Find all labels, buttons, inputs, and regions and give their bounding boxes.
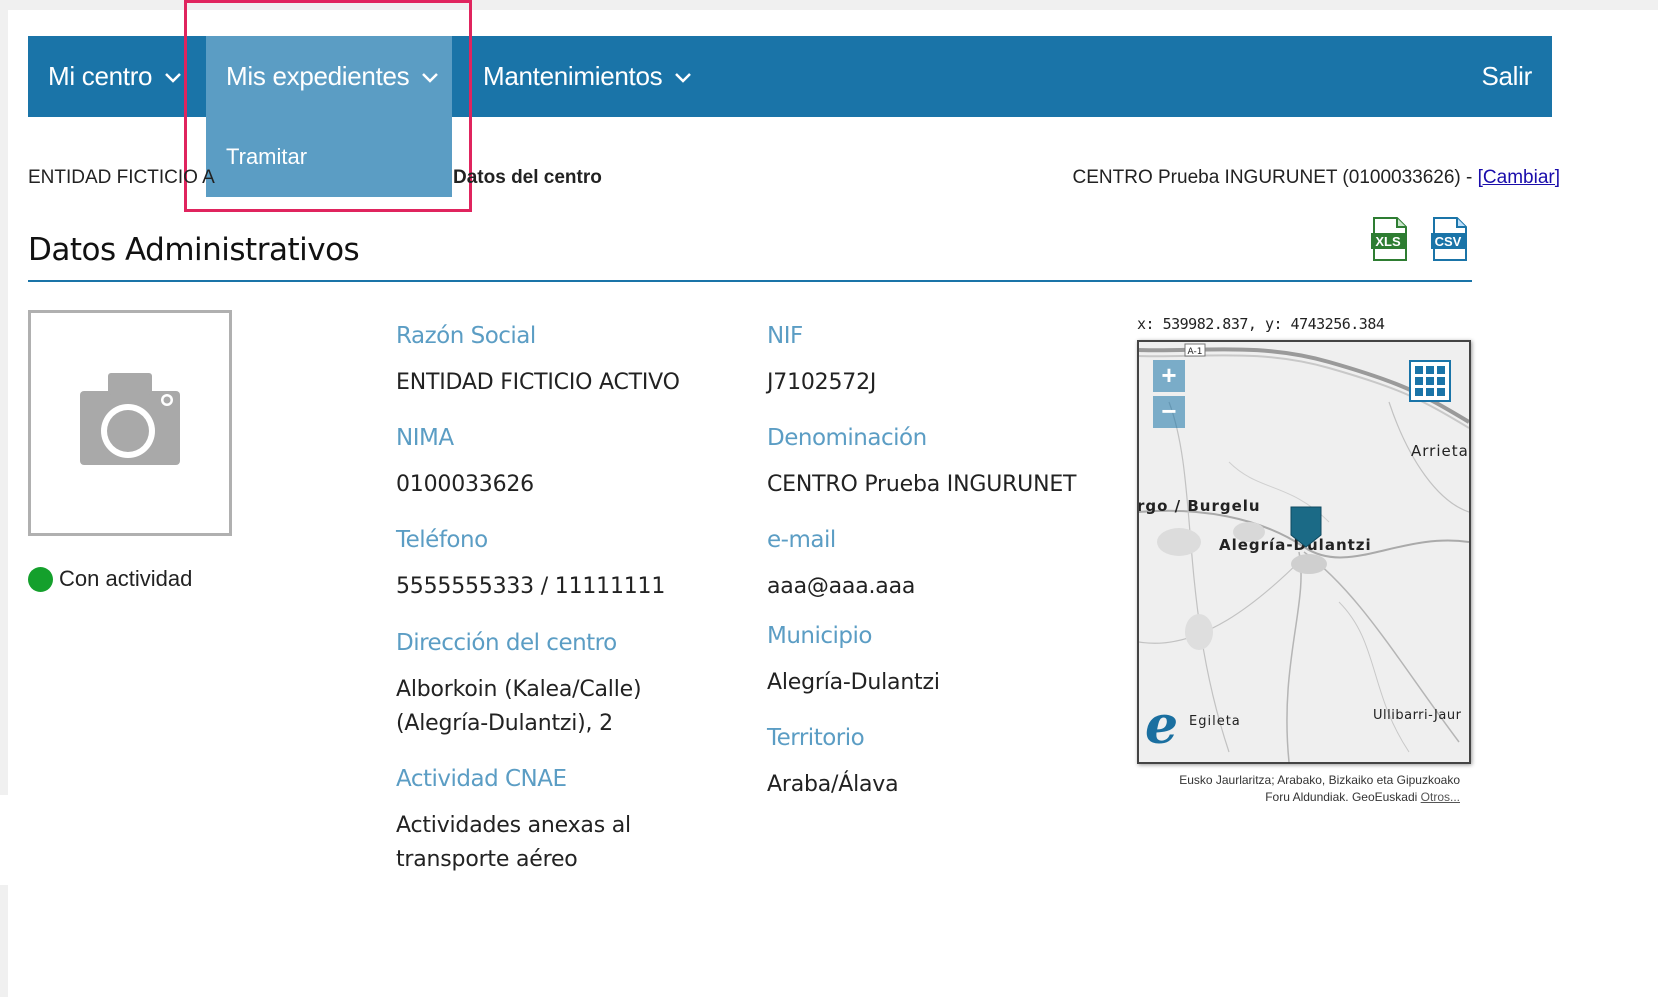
left-strip xyxy=(0,795,8,885)
direccion-value-line1: Alborkoin (Kalea/Calle) xyxy=(396,677,642,702)
telefono-value: 5555555333 / 11111111 xyxy=(396,574,666,599)
razon-social-value: ENTIDAD FICTICIO ACTIVO xyxy=(396,370,680,395)
camera-icon xyxy=(80,373,180,465)
nav-mantenimientos-label: Mantenimientos xyxy=(483,61,663,91)
map-zoom-out-button[interactable]: − xyxy=(1153,396,1185,428)
title-divider xyxy=(28,280,1472,282)
centro-photo-placeholder xyxy=(28,310,232,536)
email-label: e-mail xyxy=(767,527,836,553)
nav-mi-centro[interactable]: Mi centro xyxy=(48,36,184,117)
main-navbar: Mi centro Mis expedientes Mantenimientos… xyxy=(28,36,1552,117)
territorio-label: Territorio xyxy=(767,725,865,751)
breadcrumb-entity[interactable]: ENTIDAD FICTICIO A xyxy=(28,167,215,189)
denominacion-label: Denominación xyxy=(767,425,927,451)
status-dot-icon xyxy=(28,566,53,592)
status-label: Con actividad xyxy=(59,566,193,591)
actividad-cnae-value-line2: transporte aéreo xyxy=(396,847,578,872)
nif-value: J7102572J xyxy=(767,370,877,395)
nav-mantenimientos[interactable]: Mantenimientos xyxy=(483,36,694,117)
map-place-egileta: Egileta xyxy=(1189,714,1241,729)
map-location-marker-icon[interactable] xyxy=(1289,505,1323,549)
svg-text:A-1: A-1 xyxy=(1188,347,1203,357)
chevron-down-icon xyxy=(162,66,184,88)
actividad-cnae-label: Actividad CNAE xyxy=(396,766,567,792)
location-map[interactable]: A-1 + − Arrieta rgo / Burgelu Alegría-Du… xyxy=(1137,340,1471,764)
chevron-down-icon xyxy=(419,66,441,88)
xls-file-icon[interactable]: XLS xyxy=(1370,216,1410,262)
dropdown-item-tramitar[interactable]: Tramitar xyxy=(226,117,307,197)
page-title: Datos Administrativos xyxy=(28,232,360,268)
map-attribution-line2-text: Foru Aldundiak. GeoEuskadi xyxy=(1265,790,1421,804)
municipio-value: Alegría-Dulantzi xyxy=(767,670,940,695)
centro-info-text: CENTRO Prueba INGURUNET (0100033626) - xyxy=(1072,167,1478,188)
territorio-value: Araba/Álava xyxy=(767,772,899,797)
email-value: aaa@aaa.aaa xyxy=(767,574,916,599)
actividad-cnae-value-line1: Actividades anexas al xyxy=(396,813,631,838)
map-attribution-line1: Eusko Jaurlaritza; Arabako, Bizkaiko eta… xyxy=(1179,773,1460,787)
chevron-down-icon xyxy=(672,66,694,88)
mis-expedientes-dropdown: Tramitar xyxy=(206,117,452,197)
nima-label: NIMA xyxy=(396,425,454,451)
direccion-value-line2: (Alegría-Dulantzi), 2 xyxy=(396,711,613,736)
euskadi-logo: e xyxy=(1145,695,1179,756)
map-attribution-link[interactable]: Otros... xyxy=(1421,790,1460,804)
breadcrumb-current: Datos del centro xyxy=(453,167,602,188)
nif-label: NIF xyxy=(767,323,803,349)
map-place-burgelu: rgo / Burgelu xyxy=(1137,497,1261,515)
nav-mis-expedientes-label: Mis expedientes xyxy=(226,61,410,91)
telefono-label: Teléfono xyxy=(396,527,488,553)
activity-status: Con actividad xyxy=(28,566,192,592)
logout-link[interactable]: Salir xyxy=(1481,36,1532,117)
direccion-label: Dirección del centro xyxy=(396,630,617,656)
nav-mi-centro-label: Mi centro xyxy=(48,61,153,91)
svg-text:CSV: CSV xyxy=(1435,234,1462,249)
map-layers-grid-icon[interactable] xyxy=(1409,360,1451,402)
centro-info: CENTRO Prueba INGURUNET (0100033626) - [… xyxy=(1073,167,1561,189)
razon-social-label: Razón Social xyxy=(396,323,536,349)
map-zoom-in-button[interactable]: + xyxy=(1153,360,1185,392)
municipio-label: Municipio xyxy=(767,623,873,649)
csv-file-icon[interactable]: CSV xyxy=(1430,216,1470,262)
map-place-ullibarri: Ullibarri-Jaur xyxy=(1373,708,1462,723)
map-place-arrieta: Arrieta xyxy=(1411,442,1469,460)
change-centro-link[interactable]: [Cambiar] xyxy=(1478,167,1560,188)
map-coordinates: x: 539982.837, y: 4743256.384 xyxy=(1137,315,1385,333)
map-attribution-line2: Foru Aldundiak. GeoEuskadi Otros... xyxy=(1137,789,1460,806)
nav-mis-expedientes[interactable]: Mis expedientes xyxy=(206,36,452,117)
svg-text:XLS: XLS xyxy=(1375,234,1401,249)
map-attribution: Eusko Jaurlaritza; Arabako, Bizkaiko eta… xyxy=(1137,772,1460,806)
denominacion-value: CENTRO Prueba INGURUNET xyxy=(767,472,1077,497)
nima-value: 0100033626 xyxy=(396,472,534,497)
